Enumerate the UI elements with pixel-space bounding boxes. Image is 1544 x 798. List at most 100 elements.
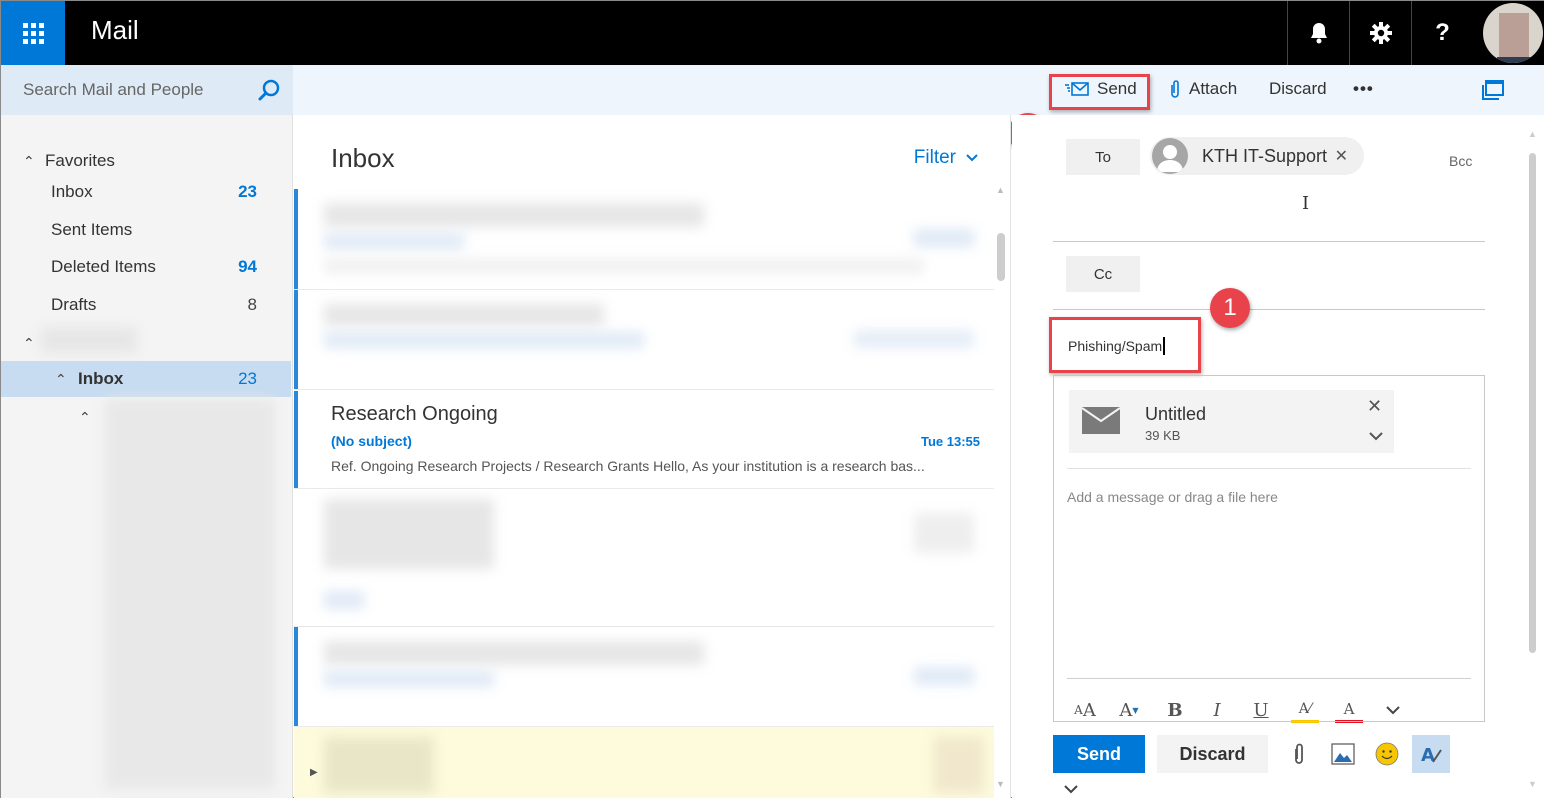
gear-icon bbox=[1369, 22, 1392, 44]
popout-button[interactable] bbox=[1481, 79, 1505, 101]
list-title: Inbox bbox=[331, 143, 395, 173]
remove-attachment-icon[interactable]: ✕ bbox=[1367, 396, 1382, 417]
emoji-button[interactable] bbox=[1368, 735, 1406, 773]
chevron-down-icon[interactable] bbox=[1369, 432, 1383, 441]
message-list-scrollbar[interactable] bbox=[997, 233, 1005, 281]
help-icon: ? bbox=[1435, 19, 1450, 46]
search-box[interactable]: Search Mail and People bbox=[1, 65, 293, 115]
list-item[interactable]: Research Ongoing (No subject) Tue 13:55 … bbox=[294, 391, 994, 489]
list-item-redacted[interactable] bbox=[294, 493, 994, 627]
cc-button[interactable]: Cc bbox=[1066, 256, 1140, 292]
more-options-button[interactable]: ••• bbox=[1353, 79, 1374, 99]
list-item-redacted[interactable] bbox=[294, 189, 994, 290]
scroll-up-icon[interactable]: ▲ bbox=[1528, 129, 1537, 139]
send-button[interactable]: Send bbox=[1053, 735, 1145, 773]
picture-icon bbox=[1331, 743, 1355, 765]
sidebar-item-sent-items[interactable]: Sent Items bbox=[1, 212, 291, 248]
body-placeholder: Add a message or drag a file here bbox=[1067, 489, 1278, 505]
folder-label: Drafts bbox=[51, 295, 97, 314]
help-button[interactable]: ? bbox=[1411, 1, 1473, 65]
folder-label: Inbox bbox=[78, 369, 124, 388]
scroll-down-icon[interactable]: ▼ bbox=[1528, 779, 1537, 789]
folder-pane: ⌃ Favorites Inbox 23 Sent Items Deleted … bbox=[1, 115, 293, 798]
more-formatting-icon[interactable] bbox=[1379, 697, 1407, 723]
search-input[interactable]: Search Mail and People bbox=[23, 80, 204, 100]
sidebar-item-deleted-items[interactable]: Deleted Items 94 bbox=[1, 249, 291, 285]
grow-font-icon[interactable]: A ▼ bbox=[1115, 697, 1143, 723]
compose-scrollbar[interactable] bbox=[1529, 153, 1536, 653]
message-body[interactable]: Untitled 39 KB ✕ Add a message or drag a… bbox=[1053, 375, 1485, 723]
folder-label: Sent Items bbox=[51, 220, 133, 239]
underline-icon[interactable]: U bbox=[1247, 697, 1275, 723]
item-count: 8 bbox=[247, 295, 257, 314]
redacted-account-name bbox=[41, 327, 137, 353]
app-launcher-button[interactable] bbox=[1, 1, 65, 65]
sidebar-item-account-inbox[interactable]: ⌃ Inbox 23 bbox=[1, 361, 291, 397]
format-painter-button[interactable]: A bbox=[1412, 735, 1450, 773]
bell-icon bbox=[1310, 23, 1327, 44]
top-bar: Mail ? bbox=[1, 1, 1544, 65]
expand-arrow-icon[interactable]: ▶ bbox=[310, 767, 318, 778]
contact-avatar-icon bbox=[1152, 138, 1188, 174]
recipient-chip[interactable]: KTH IT-Support ✕ bbox=[1150, 137, 1364, 175]
to-button[interactable]: To bbox=[1066, 139, 1140, 175]
chevron-up-icon: ⌃ bbox=[55, 371, 67, 387]
remove-recipient-icon[interactable]: ✕ bbox=[1335, 146, 1348, 166]
font-color-icon[interactable]: A bbox=[1335, 697, 1363, 723]
folder-label: Inbox bbox=[51, 182, 93, 201]
chevron-down-icon[interactable] bbox=[1064, 785, 1078, 794]
popout-window-icon bbox=[1482, 80, 1504, 100]
text-cursor-icon: I bbox=[1302, 193, 1310, 214]
chevron-up-icon: ⌃ bbox=[23, 153, 35, 169]
discard-button[interactable]: Discard bbox=[1157, 735, 1268, 773]
send-highlight-annotation bbox=[1049, 74, 1150, 110]
list-item-redacted[interactable] bbox=[294, 290, 994, 390]
sidebar-item-drafts[interactable]: Drafts 8 bbox=[1, 287, 291, 323]
message-subject: (No subject) bbox=[331, 433, 412, 449]
attach-file-button[interactable] bbox=[1280, 735, 1318, 773]
account-header[interactable]: ⌃ bbox=[1, 325, 291, 361]
app-title: Mail bbox=[91, 15, 139, 45]
step-1-badge: 1 bbox=[1210, 288, 1250, 328]
redacted-subfolders bbox=[105, 399, 275, 789]
highlight-icon[interactable]: A⁄ bbox=[1291, 697, 1319, 723]
chevron-up-icon: ⌃ bbox=[23, 335, 35, 351]
italic-icon[interactable]: I bbox=[1203, 697, 1231, 723]
avatar[interactable] bbox=[1483, 3, 1543, 63]
font-size-icon[interactable]: AA bbox=[1071, 697, 1099, 723]
filter-button[interactable]: Filter bbox=[914, 147, 978, 169]
bold-icon[interactable]: B bbox=[1161, 697, 1189, 723]
smiley-icon bbox=[1375, 742, 1399, 766]
formatting-toolbar: AA A ▼ B I U A⁄ A bbox=[1067, 678, 1471, 723]
more-icon: ••• bbox=[1353, 79, 1374, 98]
scroll-down-icon[interactable]: ▼ bbox=[996, 779, 1005, 789]
discard-toolbar-button[interactable]: Discard bbox=[1269, 79, 1327, 99]
notifications-button[interactable] bbox=[1287, 1, 1349, 65]
paperclip-icon bbox=[1295, 743, 1303, 764]
svg-text:A: A bbox=[1421, 745, 1435, 766]
paperclip-icon bbox=[1171, 80, 1179, 98]
scroll-up-icon[interactable]: ▲ bbox=[996, 185, 1005, 195]
chevron-up-icon: ⌃ bbox=[79, 409, 91, 425]
settings-button[interactable] bbox=[1349, 1, 1411, 65]
message-time: Tue 13:55 bbox=[920, 434, 980, 449]
search-icon[interactable] bbox=[257, 78, 281, 102]
envelope-icon bbox=[1082, 407, 1120, 434]
bcc-button[interactable]: Bcc bbox=[1449, 153, 1472, 169]
filter-label: Filter bbox=[913, 147, 956, 168]
subject-highlight-annotation bbox=[1049, 317, 1201, 373]
attachment-card[interactable]: Untitled 39 KB ✕ bbox=[1069, 390, 1394, 453]
attach-button[interactable]: Attach bbox=[1169, 79, 1237, 99]
list-item-redacted-flagged[interactable]: ▶ bbox=[294, 727, 994, 798]
sidebar-item-inbox[interactable]: Inbox 23 bbox=[1, 174, 291, 210]
discard-toolbar-label: Discard bbox=[1269, 79, 1327, 98]
message-sender: Research Ongoing bbox=[331, 403, 498, 425]
command-bar: Send Attach Discard ••• bbox=[293, 65, 1544, 115]
compose-pane: To KTH IT-Support ✕ Bcc I Cc Phishing/Sp… bbox=[1012, 115, 1544, 798]
unread-count: 23 bbox=[238, 369, 257, 388]
insert-picture-button[interactable] bbox=[1324, 735, 1362, 773]
attachment-name: Untitled bbox=[1145, 404, 1207, 424]
chevron-down-icon bbox=[966, 154, 978, 162]
list-item-redacted[interactable] bbox=[294, 627, 994, 727]
message-preview: Ref. Ongoing Research Projects / Researc… bbox=[331, 458, 925, 474]
